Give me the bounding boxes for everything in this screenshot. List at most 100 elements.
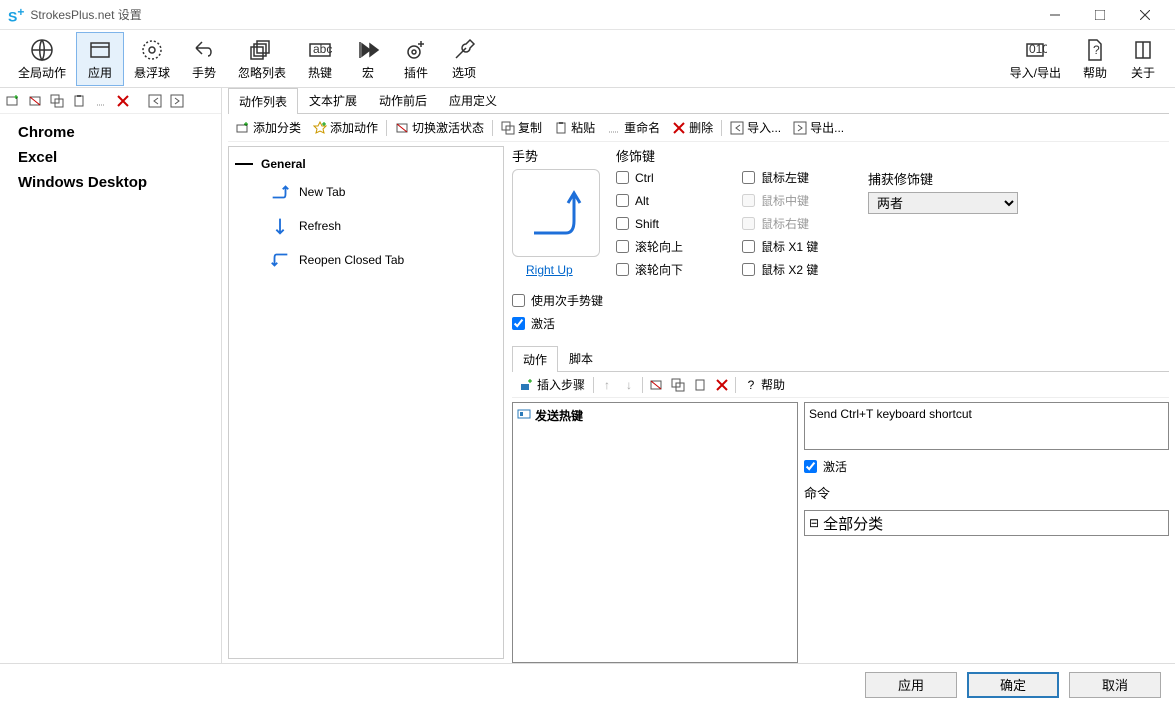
help-icon: ? (744, 378, 758, 392)
add-folder-icon (236, 121, 250, 135)
toolbar-options[interactable]: 选项 (440, 32, 488, 86)
toolbar-macro[interactable]: 宏 (344, 32, 392, 86)
chk-active[interactable]: 激活 (512, 315, 1169, 332)
tab-text-expand[interactable]: 文本扩展 (298, 87, 368, 113)
command-box[interactable]: ⊟ 全部分类 (804, 510, 1169, 536)
toolbar-plugins[interactable]: 插件 (392, 32, 440, 86)
toolbar-import-export[interactable]: 0101 导入/导出 (1000, 32, 1071, 86)
globe-icon (30, 36, 54, 64)
tree-expand-icon[interactable]: ⊟ (809, 516, 819, 530)
add-category-button[interactable]: 添加分类 (232, 117, 305, 138)
toolbar-gestures[interactable]: 手势 (180, 32, 228, 86)
delete-icon (672, 121, 686, 135)
step-item-send-hotkey[interactable]: 发送热键 (517, 407, 793, 424)
step-list: 发送热键 (512, 402, 798, 663)
import-export-icon: 0101 (1023, 36, 1047, 64)
import-button[interactable]: 导入... (726, 117, 785, 138)
step-toggle-icon[interactable] (647, 376, 665, 394)
chk-secondary-gesture[interactable]: 使用次手势键 (512, 292, 1169, 309)
minimize-button[interactable] (1032, 0, 1077, 30)
toolbar-help[interactable]: ? 帮助 (1071, 32, 1119, 86)
delete-app-icon[interactable] (114, 92, 132, 110)
tree-group-general[interactable]: General (235, 153, 497, 175)
delete-button[interactable]: 删除 (668, 117, 717, 138)
add-star-icon (313, 121, 327, 135)
copy-app-icon[interactable] (48, 92, 66, 110)
tab-before-after[interactable]: 动作前后 (368, 87, 438, 113)
main-toolbar: 全局动作 应用 悬浮球 手势 忽略列表 abc 热键 宏 插件 选项 0101 … (0, 30, 1175, 88)
collapse-icon (235, 163, 253, 165)
ok-button[interactable]: 确定 (967, 672, 1059, 698)
apply-button[interactable]: 应用 (865, 672, 957, 698)
toolbar-about[interactable]: 关于 (1119, 32, 1167, 86)
abc-icon: abc (308, 36, 332, 64)
window-title: StrokesPlus.net 设置 (30, 6, 1032, 23)
chk-wheel-down[interactable]: 滚轮向下 (616, 261, 726, 278)
chk-ctrl[interactable]: Ctrl (616, 169, 726, 186)
add-app-icon[interactable] (4, 92, 22, 110)
tab-action[interactable]: 动作 (512, 346, 558, 372)
gesture-name-link[interactable]: Right Up (512, 263, 573, 277)
toolbar-hotkeys[interactable]: abc 热键 (296, 32, 344, 86)
sidebar-item-chrome[interactable]: Chrome (4, 120, 217, 145)
chk-mouse-left[interactable]: 鼠标左键 (742, 169, 852, 186)
step-paste-icon[interactable] (691, 376, 709, 394)
window-icon (88, 36, 112, 64)
export-icon (793, 121, 807, 135)
tab-script[interactable]: 脚本 (558, 345, 604, 371)
action-tree: General New Tab Refresh Reopen Closed Ta… (228, 146, 504, 659)
step-copy-icon[interactable] (669, 376, 687, 394)
tree-item-reopen-tab[interactable]: Reopen Closed Tab (235, 243, 497, 277)
copy-button[interactable]: 复制 (497, 117, 546, 138)
close-button[interactable] (1122, 0, 1167, 30)
toolbar-ignore[interactable]: 忽略列表 (228, 32, 296, 86)
paste-icon (554, 121, 568, 135)
rename-icon (607, 121, 621, 135)
chk-mouse-x1[interactable]: 鼠标 X1 键 (742, 238, 852, 255)
insert-step-button[interactable]: 插入步骤 (516, 374, 589, 395)
tree-item-refresh[interactable]: Refresh (235, 209, 497, 243)
tab-actions[interactable]: 动作列表 (228, 88, 298, 114)
export-app-icon[interactable] (168, 92, 186, 110)
main-tabstrip: 动作列表 文本扩展 动作前后 应用定义 (228, 88, 1169, 114)
sidebar-item-excel[interactable]: Excel (4, 145, 217, 170)
chk-step-active[interactable]: 激活 (804, 458, 1169, 475)
export-button[interactable]: 导出... (789, 117, 848, 138)
tree-item-new-tab[interactable]: New Tab (235, 175, 497, 209)
paste-app-icon[interactable] (70, 92, 88, 110)
chk-alt[interactable]: Alt (616, 192, 726, 209)
capture-select[interactable]: 两者 (868, 192, 1018, 214)
step-delete-icon[interactable] (713, 376, 731, 394)
chk-wheel-up[interactable]: 滚轮向上 (616, 238, 726, 255)
wrench-icon (452, 36, 476, 64)
gesture-left-down-icon (269, 249, 291, 271)
tab-app-definition[interactable]: 应用定义 (438, 87, 508, 113)
step-description[interactable]: Send Ctrl+T keyboard shortcut (804, 402, 1169, 450)
maximize-button[interactable] (1077, 0, 1122, 30)
step-help-button[interactable]: ?帮助 (740, 374, 789, 395)
app-icon: S+ (8, 5, 24, 25)
move-down-icon[interactable]: ↓ (620, 376, 638, 394)
sidebar-item-windows-desktop[interactable]: Windows Desktop (4, 170, 217, 195)
import-app-icon[interactable] (146, 92, 164, 110)
stack-icon (250, 36, 274, 64)
toggle-app-icon[interactable] (26, 92, 44, 110)
cancel-button[interactable]: 取消 (1069, 672, 1161, 698)
app-list: Chrome Excel Windows Desktop (0, 114, 221, 201)
command-label: 命令 (804, 483, 1169, 502)
toolbar-apps[interactable]: 应用 (76, 32, 124, 86)
move-up-icon[interactable]: ↑ (598, 376, 616, 394)
paste-button[interactable]: 粘贴 (550, 117, 599, 138)
hotkey-icon (517, 407, 531, 424)
rename-app-icon[interactable] (92, 92, 110, 110)
toolbar-float[interactable]: 悬浮球 (124, 32, 180, 86)
gesture-preview[interactable] (512, 169, 600, 257)
add-action-button[interactable]: 添加动作 (309, 117, 382, 138)
toggle-active-button[interactable]: 切换激活状态 (391, 117, 488, 138)
chk-mouse-x2[interactable]: 鼠标 X2 键 (742, 261, 852, 278)
toolbar-global[interactable]: 全局动作 (8, 32, 76, 86)
chk-shift[interactable]: Shift (616, 215, 726, 232)
gesture-label: 手势 (512, 146, 600, 165)
undo-icon (192, 36, 216, 64)
rename-button[interactable]: 重命名 (603, 117, 664, 138)
